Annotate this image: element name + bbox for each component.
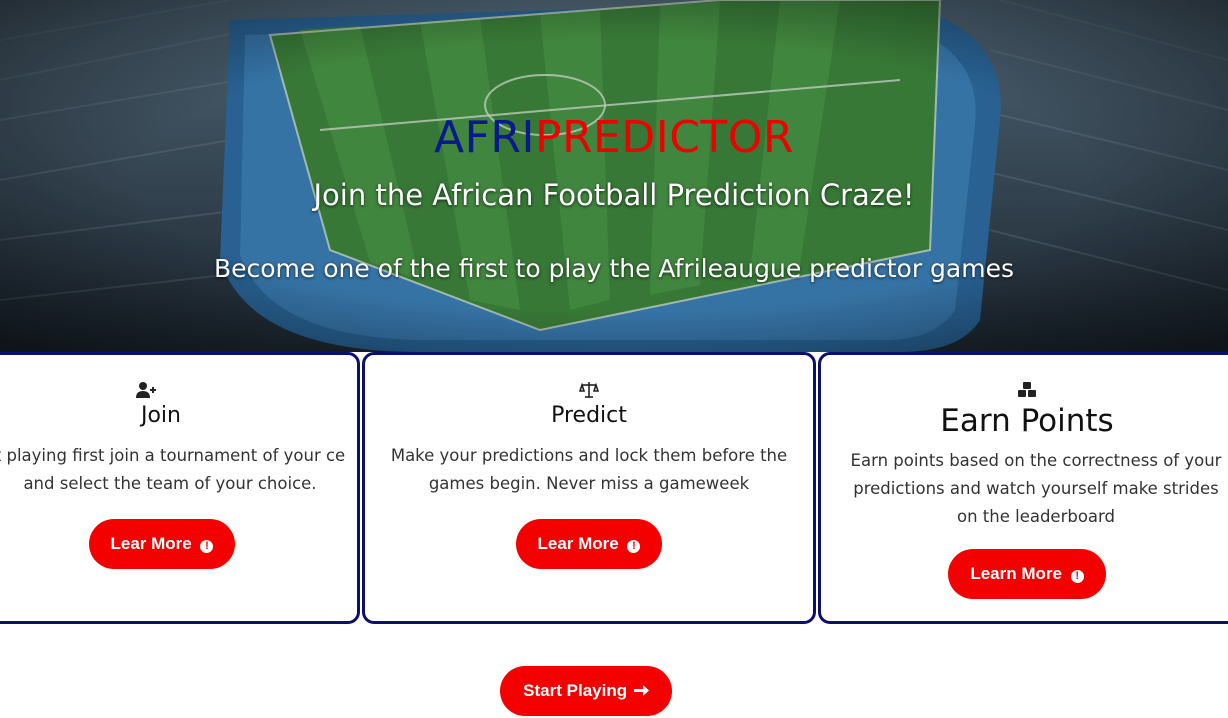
hero-tagline: Join the African Football Prediction Cra… <box>313 178 915 212</box>
scales-icon <box>365 381 813 401</box>
card-title: Join <box>140 403 181 428</box>
hero-subtitle: Become one of the first to play the Afri… <box>213 254 1014 283</box>
landing-page: AFRIPREDICTOR Join the African Football … <box>0 0 1228 718</box>
cubes-icon <box>769 381 1228 401</box>
exclamation-circle-icon: ! <box>1070 570 1084 583</box>
exclamation-circle-icon: ! <box>627 540 641 553</box>
brand-part-afri: AFRI <box>433 112 535 163</box>
card-join: Join t playing first join a tournament o… <box>0 352 360 624</box>
arrow-right-icon <box>633 685 649 696</box>
card-title: Earn Points <box>940 403 1114 439</box>
user-plus-icon <box>0 381 357 401</box>
card-description: Earn points based on the correctness of … <box>850 451 1222 526</box>
learn-more-button-join[interactable]: Lear More ! <box>88 519 236 569</box>
learn-more-button-predict[interactable]: Lear More ! <box>515 519 663 569</box>
card-title: Predict <box>551 403 627 428</box>
card-predict: Predict Make your predictions and lock t… <box>362 352 816 624</box>
card-earn-points: Earn Points Earn points based on the cor… <box>818 352 1228 624</box>
brand-title: AFRIPREDICTOR <box>0 112 1228 163</box>
learn-more-button-earn[interactable]: Learn More ! <box>948 549 1106 599</box>
hero-banner: AFRIPREDICTOR Join the African Football … <box>0 0 1228 352</box>
start-playing-button[interactable]: Start Playing <box>500 666 672 716</box>
stadium-background <box>0 0 1228 352</box>
card-description: Make your predictions and lock them befo… <box>390 446 788 493</box>
exclamation-circle-icon: ! <box>200 540 214 553</box>
brand-part-predictor: PREDICTOR <box>534 112 795 163</box>
card-description: t playing first join a tournament of you… <box>0 446 346 493</box>
